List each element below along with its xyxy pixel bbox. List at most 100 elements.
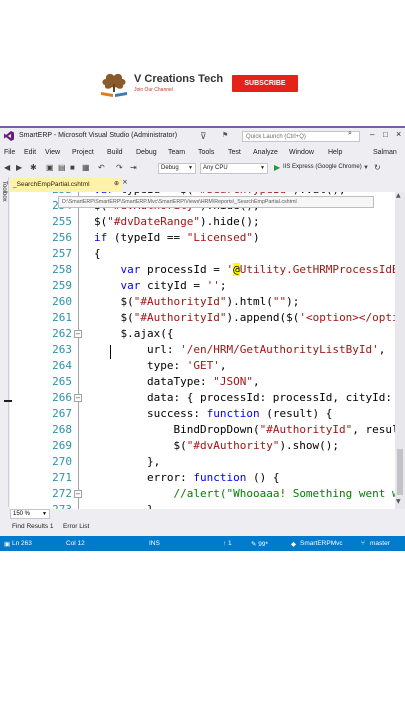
quick-launch-input[interactable]: Quick Launch (Ctrl+Q) — [242, 131, 360, 142]
tab-find-results[interactable]: Find Results 1 — [12, 523, 54, 530]
search-icon[interactable]: ⌕ — [348, 130, 352, 138]
feedback-flag-icon[interactable]: ⚑ — [222, 131, 228, 139]
run-target-label[interactable]: IIS Express (Google Chrome) — [283, 164, 362, 170]
code-editor[interactable]: 2532542552562572582592602612622632642652… — [10, 192, 395, 509]
code-line[interactable]: { — [94, 247, 101, 260]
code-line[interactable]: $("#dvDateRange").hide(); — [94, 215, 260, 228]
document-tab-bar: _SearchEmpPartial.cshtml ⊕ × — [10, 178, 405, 191]
line-number: 268 — [52, 423, 72, 436]
menu-help[interactable]: Help — [328, 149, 342, 156]
configuration-value: Debug — [161, 165, 179, 171]
signed-in-user[interactable]: Salman — [373, 149, 397, 156]
branch-name[interactable]: master — [370, 540, 390, 547]
menu-file[interactable]: File — [4, 149, 15, 156]
maximize-icon[interactable]: □ — [383, 130, 388, 139]
code-line[interactable]: $("#AuthorityId").append($('<option></op… — [94, 311, 395, 324]
menu-edit[interactable]: Edit — [24, 149, 36, 156]
toolbox-label[interactable]: Toolbox — [1, 181, 7, 202]
redo-icon[interactable]: ↷ — [116, 163, 123, 172]
code-line[interactable]: type: 'GET', — [94, 359, 227, 372]
start-debugging-icon[interactable]: ▶ — [274, 163, 280, 172]
chevron-down-icon: ▼ — [260, 165, 265, 171]
glyph-margin[interactable] — [10, 192, 26, 509]
menu-tools[interactable]: Tools — [198, 149, 214, 156]
configuration-select[interactable]: Debug ▼ — [158, 163, 196, 174]
minimize-icon[interactable]: – — [370, 130, 374, 139]
open-folder-icon[interactable]: ▤ — [58, 163, 66, 172]
vertical-scrollbar[interactable]: ▲ ▼ — [395, 192, 405, 509]
ready-icon: ▣ — [4, 541, 11, 548]
refresh-icon[interactable]: ↻ — [374, 163, 381, 172]
navigate-forward-icon[interactable]: ▶ — [16, 163, 22, 172]
menu-window[interactable]: Window — [289, 149, 314, 156]
channel-banner: V Creations Tech Join Our Channel SUBSCR… — [0, 60, 405, 110]
file-path-tooltip: D:\SmartERP\SmartERP\SmartERP.Mvc\SmartE… — [58, 196, 374, 208]
line-number: 263 — [52, 343, 72, 356]
zoom-select[interactable]: 150 % ▼ — [10, 509, 50, 519]
scrollbar-thumb[interactable] — [397, 449, 403, 495]
code-line[interactable]: if (typeId == "Licensed") — [94, 231, 260, 244]
menu-build[interactable]: Build — [107, 149, 123, 156]
status-line: Ln 263 — [12, 540, 32, 547]
code-line[interactable]: dataType: "JSON", — [94, 375, 260, 388]
subscribe-button[interactable]: SUBSCRIBE — [232, 75, 298, 92]
collapse-toggle-icon[interactable]: − — [74, 330, 82, 338]
code-line[interactable]: $("#AuthorityId").html(""); — [94, 295, 299, 308]
step-icon[interactable]: ⇥ — [130, 163, 137, 172]
code-line[interactable]: data: { processId: processId, cityId: c — [94, 391, 395, 404]
toolbox-panel[interactable]: Toolbox — [0, 177, 9, 507]
scroll-up-icon[interactable]: ▲ — [396, 192, 401, 199]
horizontal-scrollbar[interactable]: 150 % ▼ — [10, 509, 405, 519]
menu-view[interactable]: View — [45, 149, 60, 156]
line-number: 256 — [52, 231, 72, 244]
code-line[interactable]: var cityId = ''; — [94, 279, 227, 292]
menu-analyze[interactable]: Analyze — [253, 149, 278, 156]
close-icon[interactable]: × — [396, 129, 401, 139]
brand-name: V Creations Tech — [134, 73, 224, 85]
new-project-icon[interactable]: ✱ — [30, 163, 37, 172]
collapse-toggle-icon[interactable]: − — [74, 490, 82, 498]
zoom-value: 150 % — [13, 511, 31, 517]
menu-debug[interactable]: Debug — [136, 149, 157, 156]
tab-close-icon[interactable]: × — [122, 178, 128, 186]
code-line[interactable]: BindDropDown("#AuthorityId", result — [94, 423, 395, 436]
run-target-dropdown-icon[interactable]: ▼ — [363, 165, 369, 171]
code-line[interactable]: error: function () { — [94, 471, 279, 484]
code-line[interactable]: var processId = '@Utility.GetHRMProcessI… — [94, 263, 395, 276]
save-all-icon[interactable]: ▦ — [82, 163, 90, 172]
unpushed-commits[interactable]: ↑ 1 — [223, 540, 232, 547]
line-number: 272 — [52, 487, 72, 500]
code-line[interactable]: url: '/en/HRM/GetAuthorityListById', — [94, 343, 385, 356]
menu-team[interactable]: Team — [168, 149, 185, 156]
project-name[interactable]: SmartERPMvc — [300, 540, 343, 547]
text-caret — [110, 345, 111, 359]
status-bar: ▣ Ln 263 Col 12 INS ↑ 1 ✎ 99* ◆ SmartERP… — [0, 536, 405, 551]
chevron-down-icon: ▼ — [188, 165, 193, 171]
book-tree-logo-icon — [101, 73, 127, 97]
menu-project[interactable]: Project — [72, 149, 94, 156]
code-line[interactable]: success: function (result) { — [94, 407, 332, 420]
title-bar: SmartERP - Microsoft Visual Studio (Admi… — [0, 128, 405, 145]
code-line[interactable]: //alert("Whooaaa! Something went wr — [94, 487, 395, 500]
platform-select[interactable]: Any CPU ▼ — [200, 163, 268, 174]
scroll-down-icon[interactable]: ▼ — [396, 498, 401, 505]
navigate-back-icon[interactable]: ◀ — [4, 163, 10, 172]
menu-test[interactable]: Test — [228, 149, 241, 156]
pending-changes[interactable]: ✎ 99* — [251, 540, 268, 548]
repository-icon: ◆ — [291, 541, 296, 548]
undo-icon[interactable]: ↶ — [98, 163, 105, 172]
window-title: SmartERP - Microsoft Visual Studio (Admi… — [19, 132, 178, 139]
tab-label: _SearchEmpPartial.cshtml — [13, 181, 90, 188]
code-line[interactable]: $("#dvAuthority").show(); — [94, 439, 339, 452]
tab-search-emp-partial[interactable]: _SearchEmpPartial.cshtml ⊕ — [10, 178, 122, 191]
code-line[interactable]: $.ajax({ — [94, 327, 173, 340]
line-number-gutter: 2532542552562572582592602612622632642652… — [26, 192, 78, 509]
open-file-icon[interactable]: ▣ — [46, 163, 54, 172]
tab-error-list[interactable]: Error List — [63, 523, 89, 530]
line-number: 255 — [52, 215, 72, 228]
pin-icon[interactable]: ⊕ — [114, 178, 119, 191]
save-icon[interactable]: ■ — [70, 163, 75, 172]
collapse-toggle-icon[interactable]: − — [74, 394, 82, 402]
code-line[interactable]: }, — [94, 455, 160, 468]
notifications-filter-icon[interactable]: ⊽ — [200, 131, 207, 142]
